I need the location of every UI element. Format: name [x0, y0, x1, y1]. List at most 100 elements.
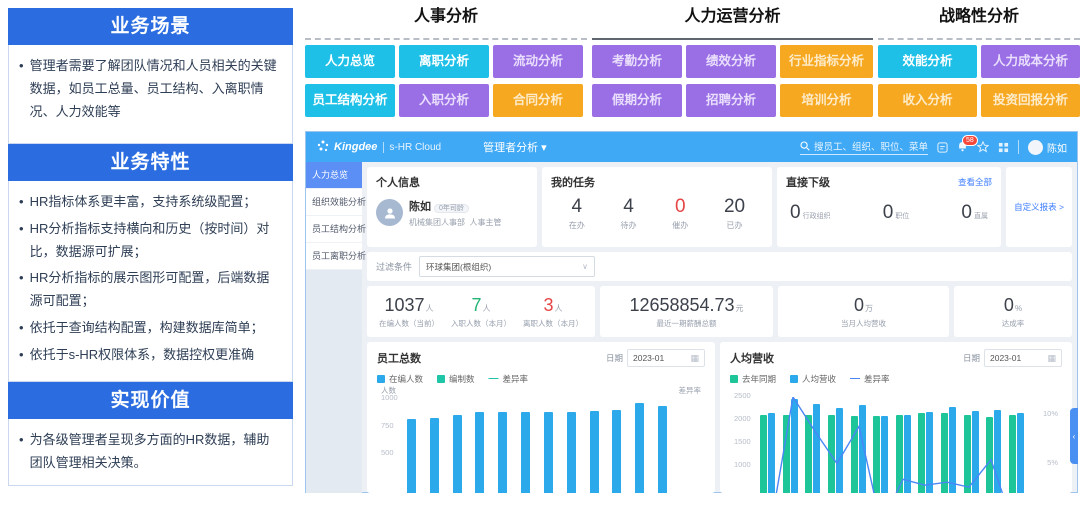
direct-reports-card: 直接下级 查看全部 0行政组织 0职位 0直属 [777, 167, 1001, 247]
group-header-strategic-analysis: 战略性分析 [878, 2, 1080, 40]
bar [760, 415, 767, 493]
achievement-rate-card: 0%达成率 [954, 286, 1072, 337]
card-title: 我的任务 [551, 174, 763, 190]
filter-label: 过滤条件 [376, 260, 412, 273]
bar [590, 411, 599, 493]
chart-title: 人均营收 [730, 350, 774, 366]
menu-manager-analysis[interactable]: 管理者分析 ▾ [483, 139, 547, 155]
nav-btn-mobility-analysis[interactable]: 流动分析 [493, 45, 583, 78]
task-stat[interactable]: 4待办 [621, 196, 637, 231]
nav-btn-employee-structure-analysis[interactable]: 员工结构分析 [305, 84, 395, 117]
brand-product: s-HR Cloud [383, 142, 441, 153]
bullet-dot: • [19, 191, 24, 214]
date-picker[interactable]: 2023-01▦ [984, 349, 1062, 367]
y-axis-tick: 1500 [734, 437, 751, 446]
card-title: 直接下级 [786, 174, 830, 190]
employee-org: 机械集团人事部 [409, 218, 465, 227]
nav-btn-contract-analysis[interactable]: 合同分析 [493, 84, 583, 117]
sidebar-item-workforce-overview[interactable]: 人力总览 [306, 162, 362, 189]
bar [941, 413, 948, 493]
chart-title: 员工总数 [377, 350, 421, 366]
nav-btn-training-analysis[interactable]: 培训分析 [780, 84, 873, 117]
sidebar-item-org-efficiency-analysis[interactable]: 组织效能分析 [306, 189, 362, 216]
bar [926, 412, 933, 493]
nav-btn-income-analysis[interactable]: 收入分析 [878, 84, 977, 117]
y-axis-tick: 1000 [734, 460, 751, 469]
employee-role: 人事主管 [469, 218, 501, 227]
legend-item[interactable]: 去年同期 [730, 373, 776, 385]
search-placeholder: 搜员工、组织、职位、菜单 [814, 139, 928, 153]
nav-btn-resignation-analysis[interactable]: 离职分析 [399, 45, 489, 78]
sidebar-item-employee-resignation-analysis[interactable]: 员工离职分析 [306, 243, 362, 270]
nav-btn-attendance-analysis[interactable]: 考勤分析 [592, 45, 682, 78]
employee-name: 陈如 [409, 201, 431, 213]
person-avatar [376, 199, 403, 226]
y-axis-tick: 750 [381, 421, 394, 430]
bullet-dot: • [19, 267, 24, 313]
chart-legend: 在编人数 编制数 —差异率 [377, 373, 705, 385]
stat: 0%达成率 [1002, 295, 1025, 329]
date-label: 日期 [606, 352, 623, 364]
legend-item[interactable]: 编制数 [437, 373, 475, 385]
date-label: 日期 [963, 352, 980, 364]
task-stat[interactable]: 0催办 [672, 196, 688, 231]
bar-group [498, 412, 507, 493]
apps-grid-icon[interactable] [998, 142, 1009, 153]
custom-report-link[interactable]: 自定义报表 > [1014, 201, 1064, 213]
bar [805, 415, 812, 493]
trend-line [760, 397, 1024, 493]
bullet-text: 依托于s-HR权限体系，数据控权更准确 [30, 344, 255, 367]
sidebar-item-employee-structure-analysis[interactable]: 员工结构分析 [306, 216, 362, 243]
legend-item[interactable]: 人均营收 [790, 373, 836, 385]
favorite-star-icon[interactable] [977, 141, 989, 153]
legend-item[interactable]: —差异率 [489, 373, 529, 385]
bar [521, 412, 530, 493]
bar [1017, 413, 1024, 493]
nav-btn-efficiency-analysis[interactable]: 效能分析 [878, 45, 977, 78]
chart-plot-area: 250020001500100010%5% [730, 385, 1062, 493]
section-title-business-features: 业务特性 [8, 144, 293, 181]
nav-btn-performance-analysis[interactable]: 绩效分析 [686, 45, 776, 78]
notification-bell-icon[interactable]: 58 [957, 141, 968, 153]
bar [1009, 415, 1016, 493]
task-stat[interactable]: 4在办 [569, 196, 585, 231]
headcount-stats-card: 1037人在编人数（当前） 7人入职人数（本月） 3人离职人数（本月） [367, 286, 595, 337]
y2-axis-tick: 10% [1043, 409, 1058, 418]
nav-btn-roi-analysis[interactable]: 投资回报分析 [981, 84, 1080, 117]
bar [964, 415, 971, 493]
view-all-link[interactable]: 查看全部 [958, 176, 992, 188]
search-input[interactable]: 搜员工、组织、职位、菜单 [800, 139, 928, 155]
bar [851, 416, 858, 493]
section-body-business-scenario: •管理者需要了解团队情况和人员相关的关键数据，如员工总量、员工结构、入离职情况、… [8, 45, 293, 144]
bullet-text: HR分析指标的展示图形可配置，后端数据源可配置； [30, 267, 282, 313]
bullet-dot: • [19, 218, 24, 264]
legend-item[interactable]: 在编人数 [377, 373, 423, 385]
bar [544, 412, 553, 493]
legend-item[interactable]: —差异率 [850, 373, 890, 385]
report-stat: 0职位 [883, 202, 910, 224]
nav-btn-onboarding-analysis[interactable]: 入职分析 [399, 84, 489, 117]
bar [612, 410, 621, 493]
task-stat[interactable]: 20已办 [724, 196, 745, 231]
notification-badge: 58 [962, 135, 978, 146]
user-menu[interactable]: 陈如 [1028, 140, 1067, 155]
nav-btn-labor-cost-analysis[interactable]: 人力成本分析 [981, 45, 1080, 78]
org-filter-select[interactable]: 环球集团(根组织) ∨ [419, 256, 595, 277]
nav-btn-workforce-overview[interactable]: 人力总览 [305, 45, 395, 78]
collapse-handle[interactable]: ‹ [1070, 408, 1078, 464]
bar-group [760, 413, 775, 493]
y-axis-tick: 1000 [381, 393, 398, 402]
workbench-icon[interactable] [937, 142, 948, 153]
bullet-dot: • [19, 344, 24, 367]
bullet-dot: • [19, 317, 24, 340]
nav-btn-leave-analysis[interactable]: 假期分析 [592, 84, 682, 117]
nav-btn-recruitment-analysis[interactable]: 招聘分析 [686, 84, 776, 117]
bar [949, 407, 956, 493]
bar-group [475, 412, 484, 493]
chart-employee-total: 员工总数 日期 2023-01▦ 在编人数 编制数 —差异率 [367, 342, 715, 493]
left-panel: 业务场景 •管理者需要了解团队情况和人员相关的关键数据，如员工总量、员工结构、入… [8, 8, 293, 486]
date-picker[interactable]: 2023-01▦ [627, 349, 705, 367]
bar [859, 405, 866, 493]
nav-btn-industry-indicator-analysis[interactable]: 行业指标分析 [780, 45, 873, 78]
bars [407, 397, 667, 493]
